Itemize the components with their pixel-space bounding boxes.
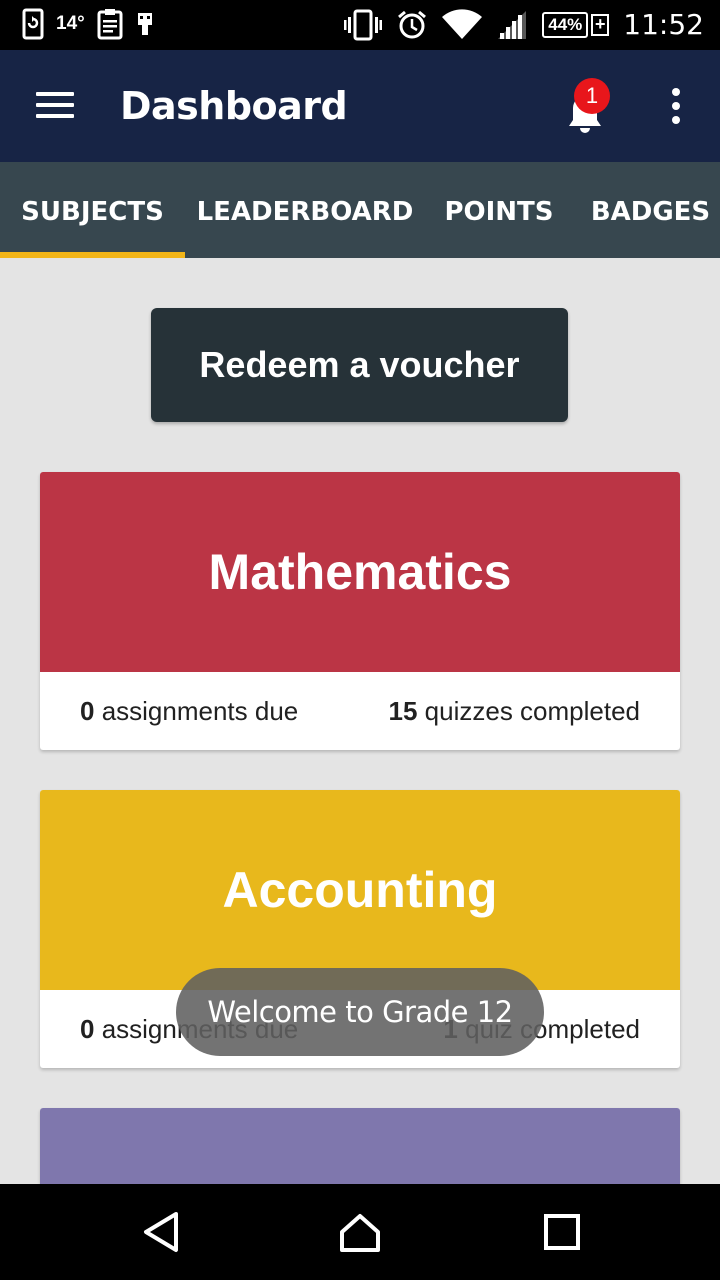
quizzes-completed: 15 quizzes completed [389, 696, 640, 727]
temperature-text: 14° [56, 13, 85, 34]
usb-icon [137, 13, 152, 35]
clock-text: 11:52 [623, 8, 704, 41]
app-bar: Dashboard 1 [0, 50, 720, 162]
subject-card-mathematics[interactable]: Mathematics 0 assignments due 15 quizzes… [40, 472, 680, 750]
battery-percent: 44% [542, 11, 589, 38]
sync-icon [22, 8, 44, 40]
subject-title: Mathematics [40, 472, 680, 672]
redeem-voucher-button[interactable]: Redeem a voucher [151, 308, 568, 422]
page-title: Dashboard [120, 84, 348, 128]
toast-message: Welcome to Grade 12 [176, 968, 544, 1056]
more-vert-icon[interactable] [668, 88, 684, 124]
tab-subjects[interactable]: SUBJECTS [0, 162, 185, 258]
alarm-icon [398, 10, 427, 38]
notification-badge: 1 [574, 78, 610, 114]
tab-points[interactable]: POINTS [425, 162, 573, 258]
tab-indicator [0, 252, 185, 258]
assignments-label: assignments due [94, 696, 299, 726]
wifi-icon [442, 8, 483, 39]
quizzes-label: quizzes completed [417, 696, 640, 726]
quizzes-count: 15 [388, 696, 418, 726]
recents-icon[interactable] [540, 1210, 584, 1254]
assignments-count: 0 [80, 1014, 95, 1044]
home-icon[interactable] [338, 1210, 382, 1254]
tab-badges[interactable]: BADGES [573, 162, 720, 258]
subject-stats: 0 assignments due 15 quizzes completed [40, 672, 680, 750]
signal-icon [498, 10, 527, 39]
clipboard-icon [97, 9, 123, 40]
status-bar: 14° 44% + 11:52 [0, 0, 720, 50]
assignments-due: 0 assignments due [80, 696, 298, 727]
subject-title: Accounting [40, 790, 680, 990]
battery-charging-indicator: + [591, 13, 610, 36]
system-nav-bar [0, 1184, 720, 1280]
tab-leaderboard[interactable]: LEADERBOARD [185, 162, 425, 258]
vibrate-icon [344, 9, 383, 40]
menu-icon[interactable] [36, 90, 76, 120]
back-icon[interactable] [140, 1210, 184, 1254]
tab-bar: SUBJECTS LEADERBOARD POINTS BADGES [0, 162, 720, 258]
assignments-count: 0 [80, 696, 95, 726]
battery-icon: 44% + [542, 11, 610, 38]
